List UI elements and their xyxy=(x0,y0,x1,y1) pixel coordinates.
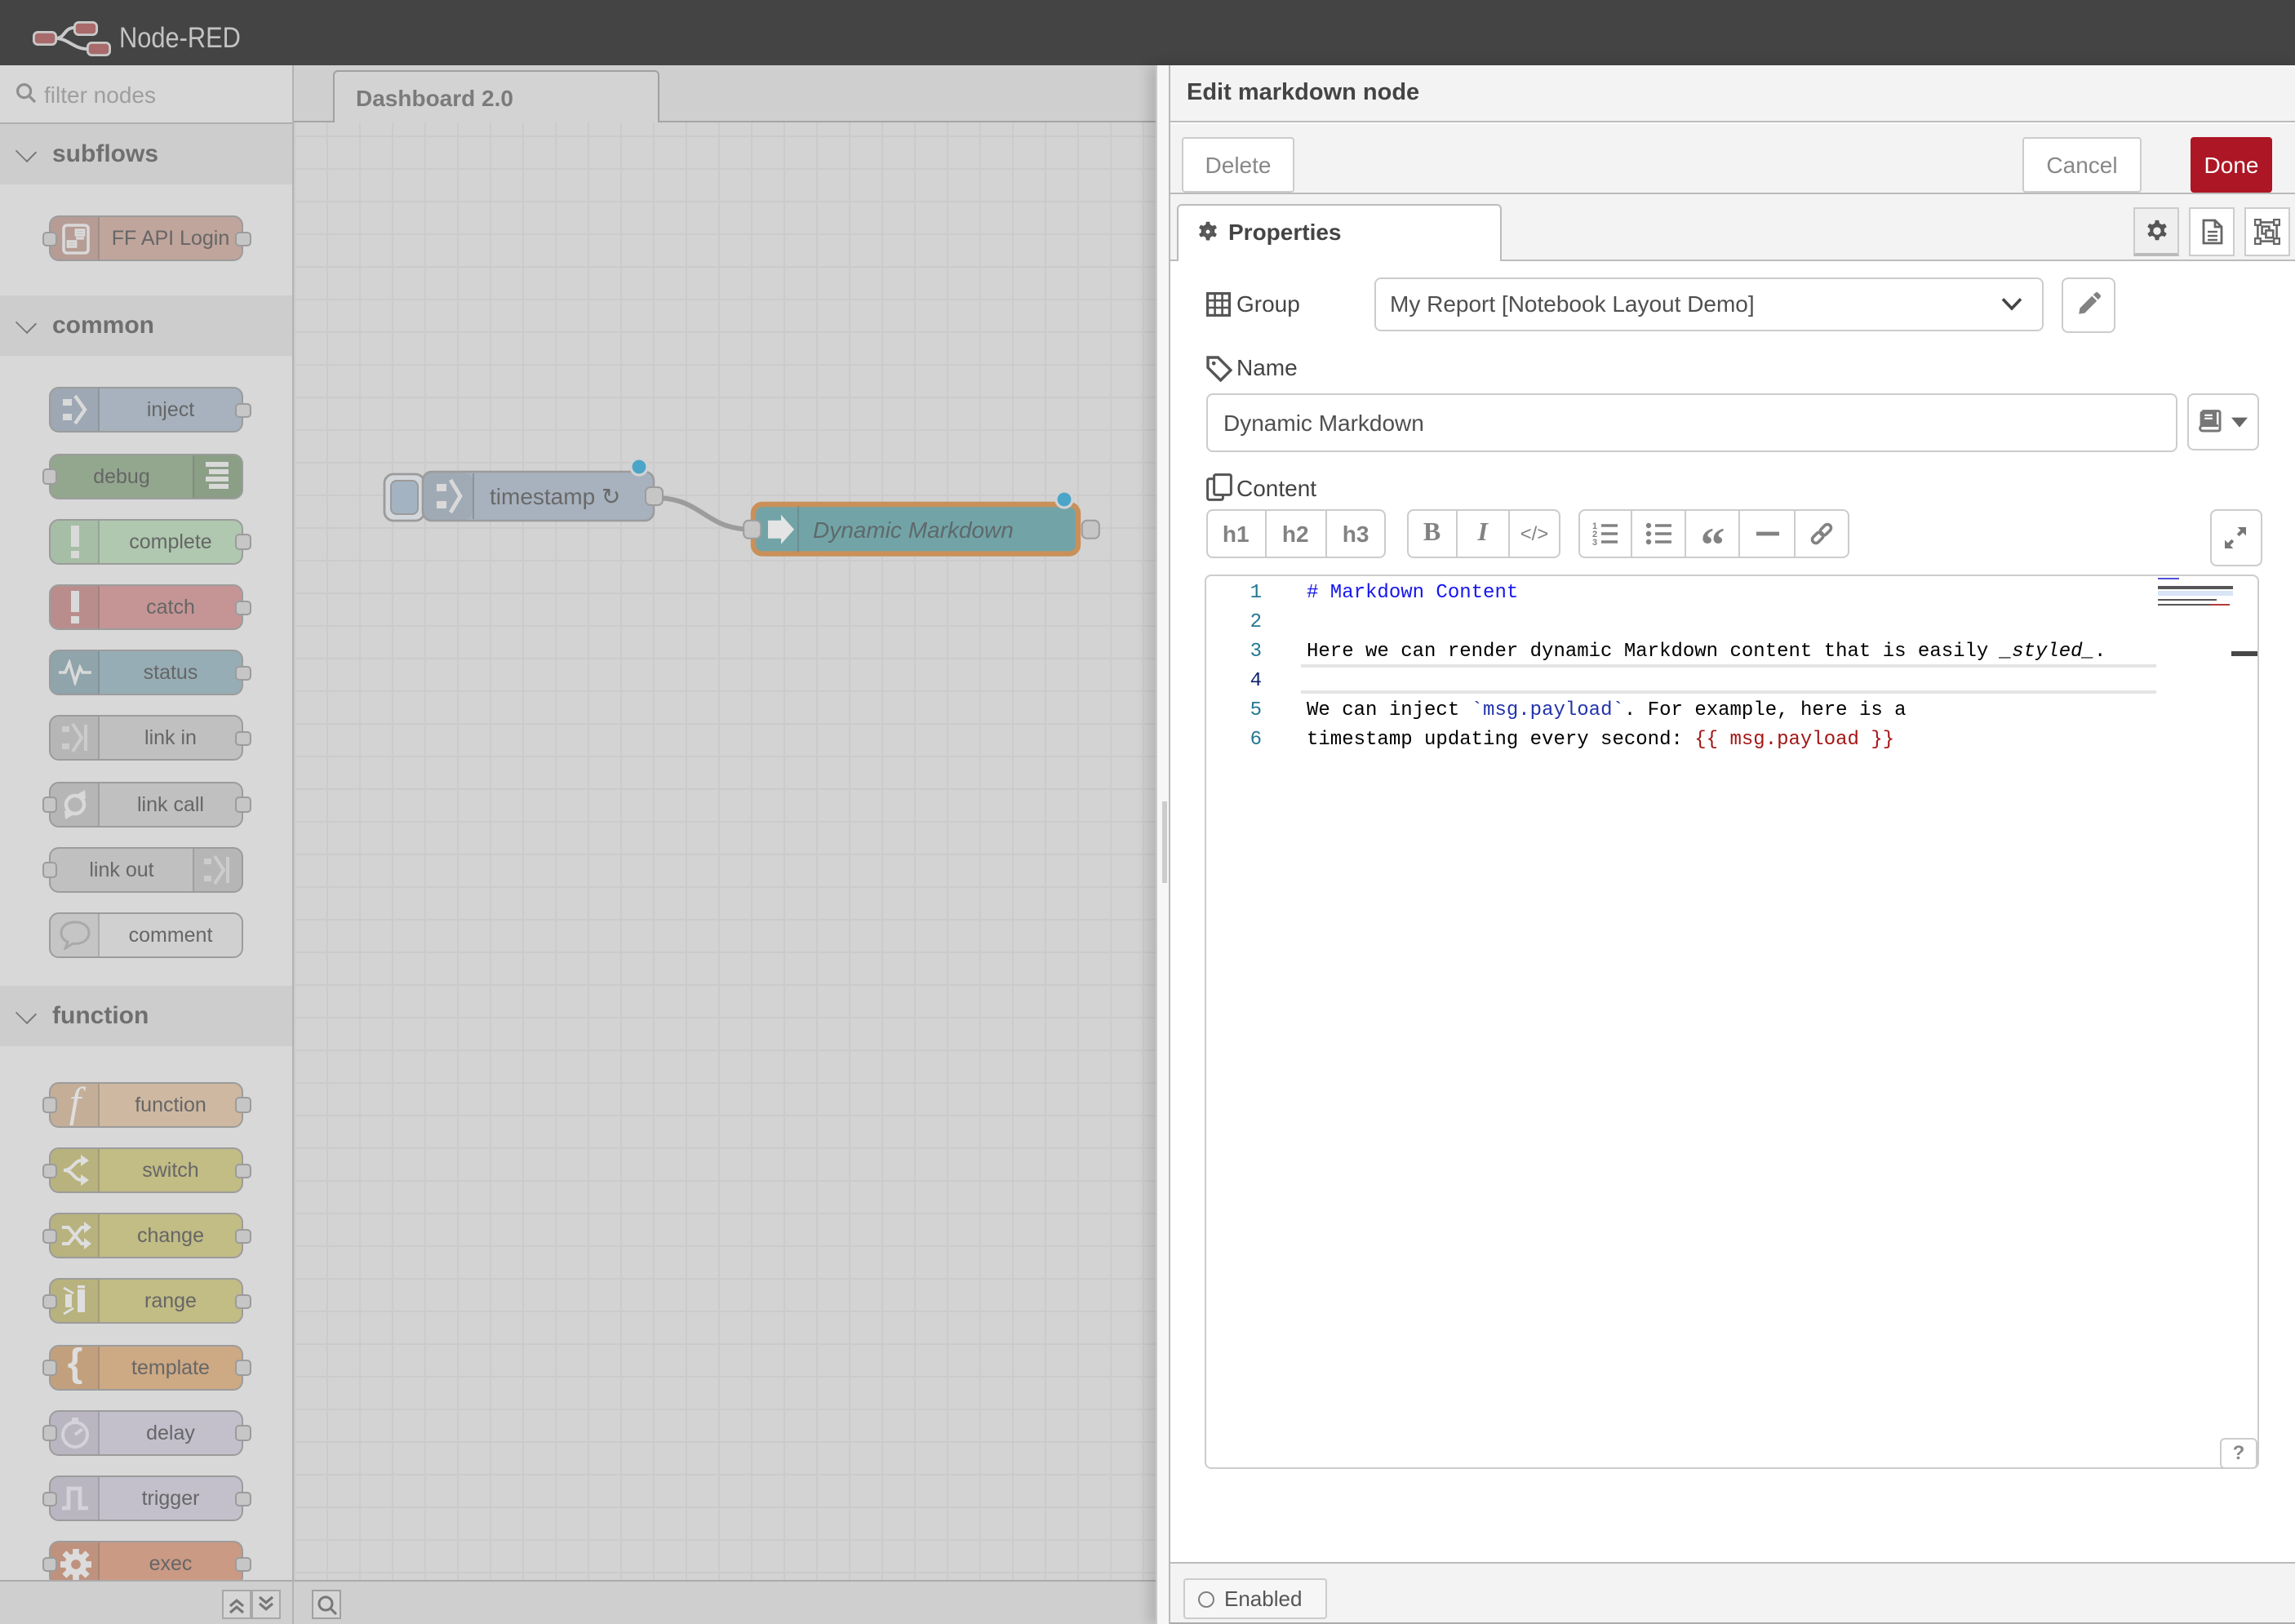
svg-text:3: 3 xyxy=(1592,539,1597,546)
svg-text:Dynamic Markdown: Dynamic Markdown xyxy=(813,517,1014,543)
svg-text:timestamp ↻: timestamp ↻ xyxy=(490,484,620,509)
